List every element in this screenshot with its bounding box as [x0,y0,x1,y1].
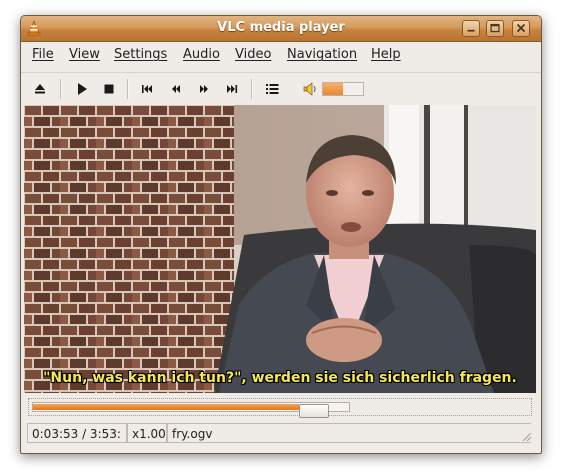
seek-track[interactable] [32,402,350,418]
next-icon [227,85,238,93]
play-button[interactable] [71,79,93,99]
eject-button[interactable] [29,79,51,99]
toolbar-separator [127,79,129,99]
toolbar [21,72,541,105]
speaker-icon [303,82,316,96]
previous-icon [142,85,152,93]
rewind-icon [172,85,180,93]
seek-bar[interactable] [28,398,532,418]
menu-video[interactable]: Video [235,47,271,63]
playback-speed[interactable]: x1.00 [127,423,167,443]
close-button[interactable] [512,20,530,37]
volume-slider[interactable] [322,82,364,96]
play-icon [78,83,87,95]
resize-grip-icon[interactable] [520,430,532,442]
fast-forward-button[interactable] [193,79,215,99]
menu-navigation[interactable]: Navigation [287,47,357,63]
close-icon [516,23,526,33]
vlc-window: VLC media player File View Settings Audi… [20,15,542,454]
menu-audio[interactable]: Audio [183,47,220,63]
fast-forward-icon [200,85,208,93]
title-bar[interactable]: VLC media player [21,16,541,42]
playlist-button[interactable] [261,79,283,99]
toolbar-separator [251,79,253,99]
time-display: 0:03:53 / 3:53: [27,423,127,443]
stop-button[interactable] [98,79,120,99]
video-area[interactable]: "Nun, was kann ich tun?", werden sie sic… [24,105,536,393]
minimize-icon [467,29,475,32]
next-button[interactable] [221,79,243,99]
seek-progress [33,404,299,410]
menu-bar: File View Settings Audio Video Navigatio… [21,42,541,67]
video-frame [24,105,536,393]
menu-view[interactable]: View [69,47,100,63]
stop-icon [104,84,114,94]
maximize-button[interactable] [486,20,504,37]
menu-file[interactable]: File [32,47,54,63]
previous-button[interactable] [137,79,159,99]
mute-button[interactable] [299,79,321,99]
maximize-icon [490,23,500,33]
playlist-icon [266,84,279,94]
rewind-button[interactable] [165,79,187,99]
menu-help[interactable]: Help [371,47,401,63]
menu-settings[interactable]: Settings [114,47,167,63]
file-name: fry.ogv [167,423,531,443]
seek-handle[interactable] [299,404,329,418]
toolbar-separator [60,79,62,99]
subtitle-text: "Nun, was kann ich tun?", werden sie sic… [43,370,517,386]
minimize-button[interactable] [462,20,480,37]
eject-icon [35,84,45,94]
volume-level [323,83,343,95]
status-bar: 0:03:53 / 3:53: x1.00 fry.ogv [24,421,536,446]
